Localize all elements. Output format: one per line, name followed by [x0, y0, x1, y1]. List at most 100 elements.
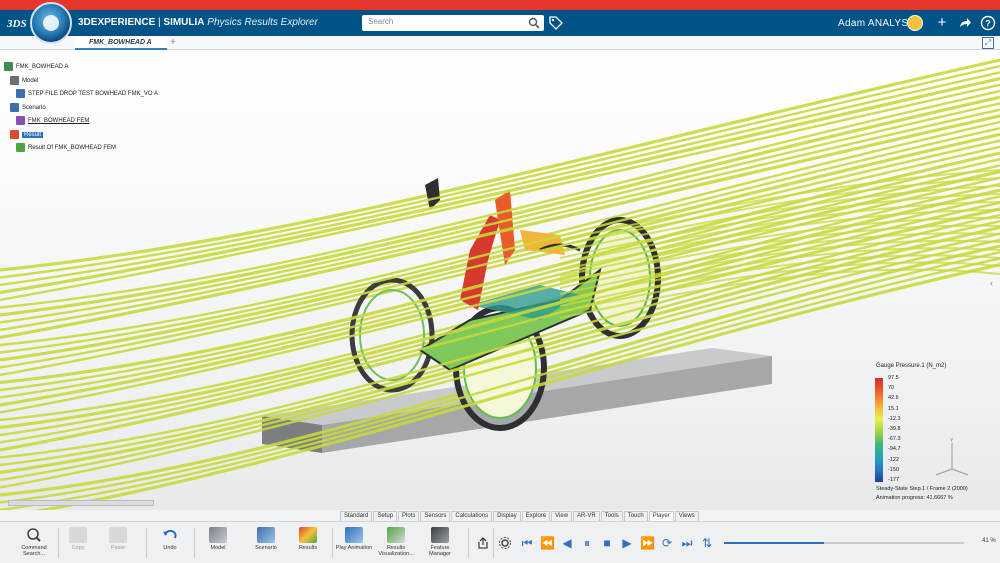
last-frame-icon[interactable]: ⏭ — [680, 536, 694, 550]
brand-3dexperience: 3DEXPERIENCE — [78, 17, 156, 28]
tree-result[interactable]: Result — [10, 130, 44, 139]
toolbar-tab-plots[interactable]: Plots — [398, 511, 420, 521]
axis-triad-icon[interactable]: Y — [930, 435, 974, 479]
animation-percent: 41 % — [982, 538, 996, 544]
tree-step-file[interactable]: STEP FILE DROP TEST BOWHEAD FMK_VO A — [16, 89, 158, 98]
tree-fem-label: FMK_BOWHEAD FEM — [28, 117, 90, 124]
tree-step-file-label: STEP FILE DROP TEST BOWHEAD FMK_VO A — [28, 90, 158, 97]
toolbar-tab-setup[interactable]: Setup — [373, 511, 398, 521]
undo-button[interactable]: Undo — [150, 527, 190, 551]
legend-value: 42.6 — [888, 395, 899, 402]
part-icon — [16, 89, 25, 98]
toolbar-tab-display[interactable]: Display — [493, 511, 521, 521]
results-visualization-label: Results Visualization... — [378, 545, 414, 557]
play-backward-icon[interactable]: ◀ — [560, 536, 574, 550]
toolbar-tab-ar-vr[interactable]: AR-VR — [573, 511, 600, 521]
color-legend[interactable]: Gauge Pressure.1 (N_m2) 97.5 70 42.6 15.1 -1… — [872, 360, 982, 505]
copy-label: Copy — [71, 545, 85, 551]
results-button[interactable]: Results — [288, 527, 328, 551]
result-icon — [16, 143, 25, 152]
pause-icon[interactable]: ⏸ — [580, 536, 594, 550]
loop-icon[interactable]: ⟳ — [660, 536, 674, 550]
sort-icon[interactable]: ⇅ — [700, 536, 714, 550]
legend-value: 15.1 — [888, 405, 899, 412]
tree-result-of-label: Result Of FMK_BOWHEAD FEM — [28, 144, 117, 151]
tab-fmk-bowhead-a[interactable]: FMK_BOWHEAD A — [75, 36, 167, 50]
tree-result-of[interactable]: Result Of FMK_BOWHEAD FEM — [16, 143, 116, 152]
model-button[interactable]: Model — [198, 527, 238, 551]
step-back-icon[interactable]: ⏪ — [540, 536, 555, 550]
toolbar-tab-touch[interactable]: Touch — [623, 511, 648, 521]
results-visualization-button[interactable]: Results Visualization... — [376, 527, 416, 557]
simulation-scene — [0, 58, 1000, 510]
scenario-label: Scenario — [255, 545, 277, 551]
ds-logo-icon[interactable]: 3DS — [6, 14, 28, 32]
brand-app-name: Physics Results Explorer — [207, 17, 318, 28]
toolbar-tab-explore[interactable]: Explore — [521, 511, 551, 521]
tree-model[interactable]: Model — [10, 76, 38, 85]
fullscreen-icon[interactable]: ⤢ — [982, 37, 994, 49]
legend-title: Gauge Pressure.1 (N_m2) — [876, 363, 947, 369]
action-bar: Command Search... Copy Paste Undo Model … — [0, 521, 1000, 563]
add-icon[interactable]: + — [934, 15, 950, 31]
toolbar-tab-tools[interactable]: Tools — [600, 511, 623, 521]
stop-icon[interactable]: ■ — [600, 536, 614, 550]
search-icon[interactable] — [528, 17, 540, 29]
paste-button[interactable]: Paste — [98, 527, 138, 551]
animation-slider[interactable] — [724, 542, 964, 544]
toolbar-tab-view[interactable]: View — [551, 511, 573, 521]
scenario-node-icon — [10, 103, 19, 112]
toolbar-tab-calculations[interactable]: Calculations — [451, 511, 493, 521]
search-icon — [27, 528, 41, 542]
step-forward-icon[interactable]: ⏩ — [640, 536, 655, 550]
search-input[interactable]: Search — [362, 15, 544, 31]
results-visualization-icon — [387, 527, 405, 543]
settings-icon[interactable] — [498, 536, 512, 550]
user-name[interactable]: Adam ANALYST — [838, 18, 915, 29]
legend-value: -12.3 — [888, 415, 901, 422]
tree-scrollbar[interactable] — [8, 500, 154, 506]
app-brand: 3DEXPERIENCE | SIMULIA Physics Results E… — [78, 17, 318, 28]
model-icon — [209, 527, 227, 543]
legend-value: -39.8 — [888, 426, 901, 432]
command-search-label: Command Search... — [21, 545, 47, 557]
share-icon[interactable] — [957, 15, 973, 31]
legend-value: -67.3 — [888, 436, 901, 443]
feature-manager-icon — [431, 527, 449, 543]
scenario-button[interactable]: Scenario — [246, 527, 286, 551]
add-tab-icon[interactable]: + — [170, 37, 176, 48]
scenario-icon — [257, 527, 275, 543]
tag-icon[interactable] — [549, 16, 563, 30]
toolbar-tab-standard[interactable]: Standard — [340, 511, 373, 521]
undo-label: Undo — [163, 545, 177, 551]
feature-manager-label: Feature Manager — [429, 545, 451, 557]
legend-value: 97.5 — [888, 375, 899, 381]
legend-color-bar — [875, 378, 883, 482]
tree-model-label: Model — [22, 77, 39, 84]
play-animation-label: Play Animation — [335, 545, 373, 551]
brand-simulia: SIMULIA — [163, 17, 205, 28]
paste-icon — [109, 527, 127, 543]
svg-text:3DS: 3DS — [6, 18, 27, 30]
legend-value: -94.7 — [888, 446, 901, 453]
3d-viewport[interactable]: FMK_BOWHEAD A Model STEP FILE DROP TEST … — [0, 50, 1000, 510]
tree-root[interactable]: FMK_BOWHEAD A — [4, 62, 68, 71]
toolbar-tab-sensors[interactable]: Sensors — [420, 511, 451, 521]
feature-manager-button[interactable]: Feature Manager — [420, 527, 460, 557]
toolbar-tab-views[interactable]: Views — [674, 511, 699, 521]
compass-icon[interactable] — [30, 2, 72, 44]
model-node-icon — [10, 76, 19, 85]
toolbar-tab-player[interactable]: Player — [648, 511, 674, 521]
first-frame-icon[interactable]: ⏮ — [520, 536, 534, 550]
user-avatar[interactable] — [907, 15, 923, 31]
tree-scenario[interactable]: Scenario — [10, 103, 46, 112]
command-search-button[interactable]: Command Search... — [14, 527, 54, 557]
export-icon[interactable] — [476, 536, 490, 550]
expand-panel-icon[interactable]: ‹ — [990, 278, 998, 292]
tree-fem[interactable]: FMK_BOWHEAD FEM — [16, 116, 89, 125]
copy-button[interactable]: Copy — [58, 527, 98, 551]
play-forward-icon[interactable]: ▶ — [620, 536, 634, 550]
legend-value: -122 — [888, 456, 900, 463]
play-animation-button[interactable]: Play Animation — [334, 527, 374, 551]
help-icon[interactable]: ? — [980, 15, 996, 31]
